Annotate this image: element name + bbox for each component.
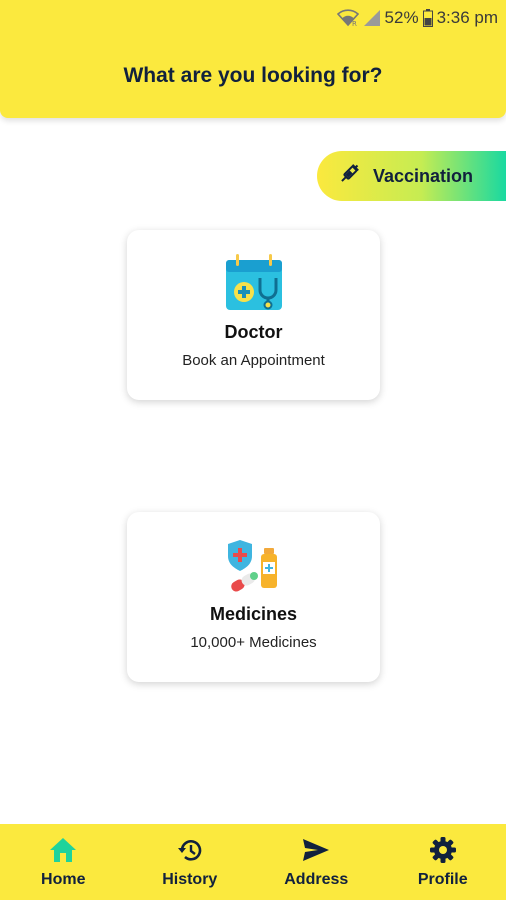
vaccination-button[interactable]: Vaccination — [317, 151, 506, 201]
nav-history[interactable]: History — [127, 824, 254, 900]
medicines-title: Medicines — [209, 604, 298, 624]
medicines-card[interactable]: Medicines 10,000+ Medicines — [127, 512, 380, 682]
history-icon — [176, 835, 204, 865]
doctor-title: Doctor — [224, 322, 283, 342]
nav-home[interactable]: Home — [0, 824, 127, 900]
doctor-subtitle: Book an Appointment — [182, 352, 325, 369]
nav-home-label: Home — [41, 871, 86, 888]
battery-icon — [422, 9, 433, 27]
medicines-icon — [224, 534, 284, 594]
nav-address-label: Address — [284, 871, 349, 888]
doctor-card[interactable]: Doctor Book an Appointment — [127, 230, 380, 400]
nav-address[interactable]: Address — [253, 824, 380, 900]
doctor-calendar-icon — [224, 252, 284, 312]
clock-time: 3:36 pm — [436, 8, 498, 27]
send-icon — [302, 835, 330, 865]
signal-icon — [363, 9, 381, 27]
nav-profile[interactable]: Profile — [380, 824, 506, 900]
svg-text:R: R — [352, 20, 357, 27]
bottom-nav: Home History Address Profile — [0, 824, 506, 900]
status-bar: R 52% 3:36 pm — [336, 6, 498, 30]
syringe-icon — [337, 162, 361, 191]
wifi-icon: R — [336, 9, 359, 27]
page-title: What are you looking for? — [123, 64, 383, 87]
battery-percent: 52% — [384, 8, 419, 27]
vaccination-label: Vaccination — [373, 165, 474, 186]
app-header: R 52% 3:36 pm What are you looking for? — [0, 0, 506, 118]
home-icon — [49, 835, 77, 865]
gear-icon — [429, 835, 456, 865]
nav-history-label: History — [162, 871, 218, 888]
medicines-subtitle: 10,000+ Medicines — [190, 634, 317, 651]
nav-profile-label: Profile — [417, 871, 468, 888]
